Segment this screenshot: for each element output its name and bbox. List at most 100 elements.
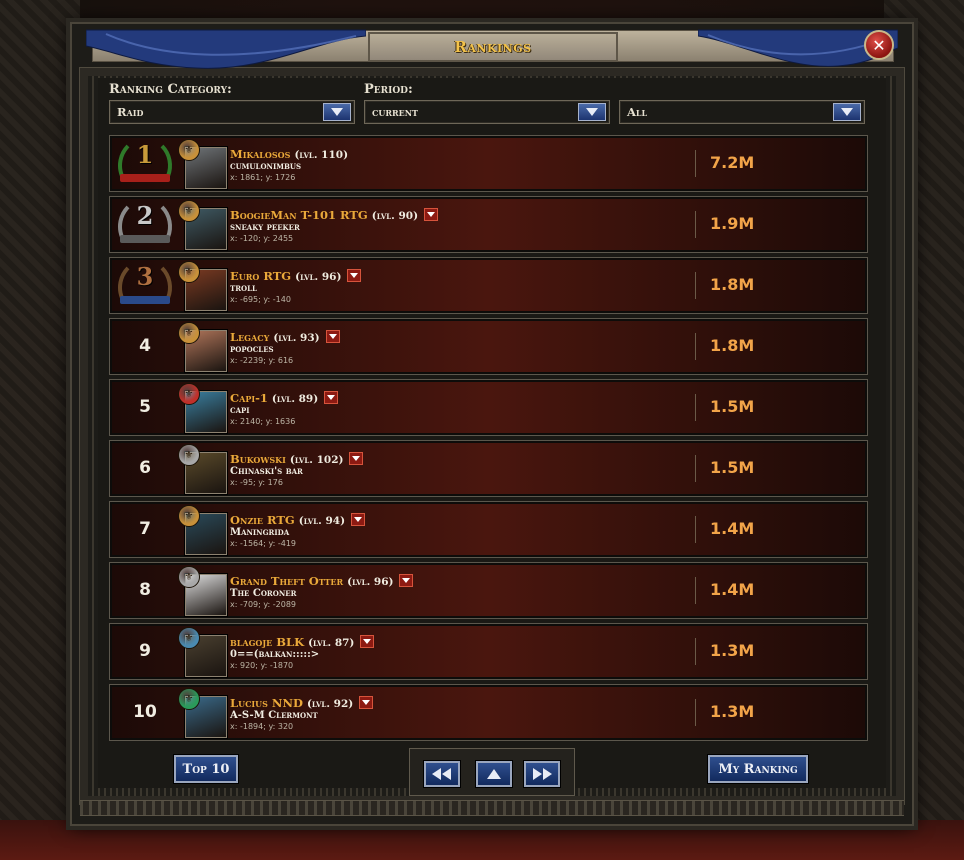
chevron-down-icon[interactable] — [323, 103, 351, 121]
player-name-text: Euro RTG — [230, 269, 292, 283]
city-coordinates[interactable]: x: -709; y: -2089 — [230, 600, 296, 609]
column-divider — [695, 699, 696, 726]
rank-cell: 1 — [112, 136, 178, 191]
rank-cell: 5 — [112, 380, 178, 435]
rank-cell: 6 — [112, 441, 178, 496]
city-coordinates[interactable]: x: -2239; y: 616 — [230, 356, 293, 365]
rank-number: 2 — [136, 201, 154, 230]
scroll-top-button[interactable] — [476, 761, 512, 787]
top10-button[interactable]: Top 10 — [174, 755, 238, 783]
player-name[interactable]: BoogieMan T-101 RTG (lvl. 90) — [230, 208, 439, 222]
ranking-row[interactable]: 3 ⚜ Euro RTG (lvl. 96) troll x: -695; y: -140… — [109, 257, 868, 314]
city-coordinates[interactable]: x: 920; y: -1870 — [230, 661, 293, 670]
player-menu-chevron-icon[interactable] — [360, 635, 375, 648]
player-name-text: Lucius NND — [230, 696, 303, 710]
rank-number: 9 — [139, 641, 151, 661]
previous-page-button[interactable] — [424, 761, 460, 787]
ranking-category-select[interactable]: Raid — [109, 100, 355, 124]
player-menu-chevron-icon[interactable] — [399, 574, 414, 587]
player-name[interactable]: blagoje BLK (lvl. 87) — [230, 635, 375, 649]
rank-number: 7 — [139, 519, 151, 539]
chevron-down-icon[interactable] — [578, 103, 606, 121]
rank-number: 4 — [139, 336, 151, 356]
ranking-row[interactable]: 8 ⚜ Grand Theft Otter (lvl. 96) The Coroner x… — [109, 562, 868, 619]
my-ranking-label: My Ranking — [718, 761, 798, 777]
city-coordinates[interactable]: x: -1564; y: -419 — [230, 539, 296, 548]
player-menu-chevron-icon[interactable] — [325, 330, 340, 343]
ranking-row[interactable]: 5 ⚜ Capi-1 (lvl. 89) capi x: 2140; y: 1636 1.5… — [109, 379, 868, 436]
player-menu-chevron-icon[interactable] — [351, 513, 366, 526]
city-coordinates[interactable]: x: 2140; y: 1636 — [230, 417, 295, 426]
player-level: (lvl. 90) — [371, 210, 419, 222]
player-level: (lvl. 92) — [306, 698, 354, 710]
scope-value: All — [627, 105, 648, 119]
ranking-row[interactable]: 1 ⚜ Mikalosos (lvl. 110) cumulonimbus x: 1861… — [109, 135, 868, 192]
player-name[interactable]: Grand Theft Otter (lvl. 96) — [230, 574, 414, 588]
city-name: troll — [230, 283, 257, 294]
player-name[interactable]: Bukowski (lvl. 102) — [230, 452, 364, 466]
player-name[interactable]: Lucius NND (lvl. 92) — [230, 696, 374, 710]
player-menu-chevron-icon[interactable] — [324, 391, 339, 404]
city-name: 0==(balkan:::::> — [230, 649, 320, 660]
player-menu-chevron-icon[interactable] — [359, 696, 374, 709]
ranking-row[interactable]: 7 ⚜ Onzie RTG (lvl. 94) Maningrida x: -1564; … — [109, 501, 868, 558]
column-divider — [695, 150, 696, 177]
player-name[interactable]: Onzie RTG (lvl. 94) — [230, 513, 366, 527]
ranking-score: 1.5M — [710, 397, 755, 416]
period-select[interactable]: current — [364, 100, 610, 124]
ranking-score: 1.8M — [710, 275, 755, 294]
chevron-down-icon[interactable] — [833, 103, 861, 121]
ranking-row[interactable]: 6 ⚜ Bukowski (lvl. 102) Chinaski's bar x: -95… — [109, 440, 868, 497]
player-menu-chevron-icon[interactable] — [424, 208, 439, 221]
column-divider — [695, 333, 696, 360]
city-name: cumulonimbus — [230, 161, 302, 172]
rank-number: 10 — [133, 702, 157, 722]
city-coordinates[interactable]: x: -120; y: 2455 — [230, 234, 293, 243]
chevron-up-icon — [487, 769, 501, 779]
period-label: Period: — [364, 82, 413, 97]
player-level: (lvl. 89) — [271, 393, 319, 405]
next-page-button[interactable] — [524, 761, 560, 787]
player-menu-chevron-icon[interactable] — [347, 269, 362, 282]
window-title-text: Rankings — [454, 38, 532, 56]
player-name-text: blagoje BLK — [230, 635, 305, 649]
player-name-text: BoogieMan T-101 RTG — [230, 208, 368, 222]
city-coordinates[interactable]: x: -695; y: -140 — [230, 295, 291, 304]
ranking-row[interactable]: 10 ⚜ Lucius NND (lvl. 92) A-S-M Clermont x: -… — [109, 684, 868, 741]
ranking-row[interactable]: 2 ⚜ BoogieMan T-101 RTG (lvl. 90) sneaky pee… — [109, 196, 868, 253]
city-coordinates[interactable]: x: -1894; y: 320 — [230, 722, 293, 731]
player-level: (lvl. 96) — [295, 271, 342, 283]
footer-border — [80, 800, 904, 816]
player-name[interactable]: Mikalosos (lvl. 110) — [230, 147, 348, 161]
alliance-badge-icon: ⚜ — [178, 566, 200, 588]
alliance-badge-icon: ⚜ — [178, 383, 200, 405]
scope-select[interactable]: All — [619, 100, 865, 124]
player-menu-chevron-icon[interactable] — [349, 452, 364, 465]
player-level: (lvl. 110) — [294, 149, 349, 161]
city-name: Maningrida — [230, 527, 290, 538]
player-name[interactable]: Euro RTG (lvl. 96) — [230, 269, 362, 283]
alliance-badge-icon: ⚜ — [178, 688, 200, 710]
alliance-badge-icon: ⚜ — [178, 505, 200, 527]
rank-cell: 3 — [112, 258, 178, 313]
ranking-score: 1.9M — [710, 214, 755, 233]
ranking-row[interactable]: 4 ⚜ Legacy (lvl. 93) popocles x: -2239; y: 61… — [109, 318, 868, 375]
city-coordinates[interactable]: x: 1861; y: 1726 — [230, 173, 295, 182]
player-level: (lvl. 96) — [347, 576, 394, 588]
player-name[interactable]: Capi-1 (lvl. 89) — [230, 391, 339, 405]
window-title: Rankings — [368, 32, 618, 62]
rank-number: 5 — [139, 397, 151, 417]
my-ranking-button[interactable]: My Ranking — [708, 755, 808, 783]
double-chevron-left-icon — [432, 768, 451, 780]
ranking-score: 1.4M — [710, 519, 755, 538]
column-divider — [695, 394, 696, 421]
column-divider — [695, 272, 696, 299]
rank-cell: 10 — [112, 685, 178, 740]
player-name[interactable]: Legacy (lvl. 93) — [230, 330, 340, 344]
city-coordinates[interactable]: x: -95; y: 176 — [230, 478, 283, 487]
rank-cell: 9 — [112, 624, 178, 679]
ranking-row[interactable]: 9 ⚜ blagoje BLK (lvl. 87) 0==(balkan:::::> x:… — [109, 623, 868, 680]
pagination — [409, 748, 575, 796]
player-name-text: Legacy — [230, 330, 270, 344]
close-button[interactable]: ✕ — [864, 30, 894, 60]
